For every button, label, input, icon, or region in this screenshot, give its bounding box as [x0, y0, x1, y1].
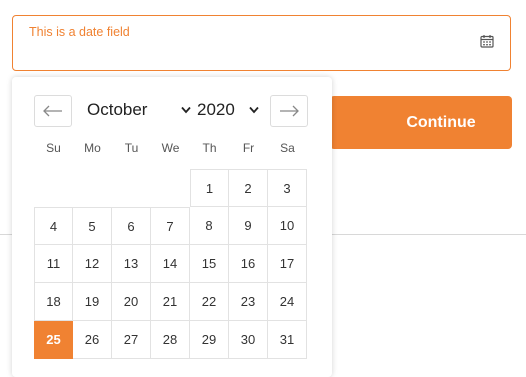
- weekday-label: Sa: [280, 141, 295, 155]
- calendar-icon[interactable]: [480, 34, 494, 48]
- chevron-down-icon: [181, 106, 191, 114]
- weekday-label: Su: [46, 141, 61, 155]
- weekday-header: Su Mo Tu We Th Fr Sa: [34, 141, 307, 161]
- calendar-day[interactable]: 2: [229, 169, 268, 207]
- calendar-empty-cell: [112, 169, 151, 207]
- calendar-empty-cell: [151, 169, 190, 207]
- calendar-day[interactable]: 8: [190, 207, 229, 245]
- calendar-day[interactable]: 13: [112, 245, 151, 283]
- next-month-button[interactable]: [270, 95, 308, 127]
- calendar-day[interactable]: 12: [73, 245, 112, 283]
- calendar-day[interactable]: 29: [190, 321, 229, 359]
- arrow-right-icon: [280, 105, 299, 117]
- calendar-empty-cell: [73, 169, 112, 207]
- calendar-day[interactable]: 18: [34, 283, 73, 321]
- calendar-day[interactable]: 30: [229, 321, 268, 359]
- arrow-left-icon: [43, 105, 62, 117]
- calendar-day[interactable]: 24: [268, 283, 307, 321]
- calendar-day[interactable]: 4: [34, 207, 73, 245]
- calendar-grid: 1 2 3 4 5 6 7 8 9 10 11 12 13 14 15 16 17 18 19 20 21 22 23 24 2…: [34, 169, 307, 359]
- calendar-day[interactable]: 23: [229, 283, 268, 321]
- calendar-day[interactable]: 7: [151, 207, 190, 245]
- calendar-day[interactable]: 14: [151, 245, 190, 283]
- chevron-down-icon: [249, 106, 259, 114]
- calendar-day[interactable]: 28: [151, 321, 190, 359]
- calendar-day[interactable]: 27: [112, 321, 151, 359]
- calendar-day[interactable]: 11: [34, 245, 73, 283]
- calendar-day[interactable]: 5: [73, 207, 112, 245]
- calendar-day[interactable]: 20: [112, 283, 151, 321]
- calendar-day[interactable]: 3: [268, 169, 307, 207]
- calendar-day[interactable]: 31: [268, 321, 307, 359]
- weekday-label: We: [161, 141, 180, 155]
- weekday-label: Fr: [242, 141, 255, 155]
- calendar-day[interactable]: 15: [190, 245, 229, 283]
- calendar-day[interactable]: 1: [190, 169, 229, 207]
- month-select[interactable]: October: [87, 97, 191, 123]
- calendar-day[interactable]: 21: [151, 283, 190, 321]
- weekday-label: Th: [202, 141, 217, 155]
- calendar-day[interactable]: 22: [190, 283, 229, 321]
- continue-button[interactable]: Continue: [330, 96, 512, 149]
- calendar-day[interactable]: 17: [268, 245, 307, 283]
- weekday-label: Tu: [124, 141, 139, 155]
- calendar-day[interactable]: 19: [73, 283, 112, 321]
- calendar-day-selected[interactable]: 25: [34, 321, 73, 359]
- date-field-label: This is a date field: [29, 25, 130, 39]
- calendar-day[interactable]: 9: [229, 207, 268, 245]
- year-select[interactable]: 2020: [197, 97, 259, 123]
- calendar-day[interactable]: 10: [268, 207, 307, 245]
- calendar-day[interactable]: 16: [229, 245, 268, 283]
- calendar-day[interactable]: 26: [73, 321, 112, 359]
- calendar-empty-cell: [34, 169, 73, 207]
- datepicker: October 2020 Su Mo Tu We Th Fr Sa 123456…: [12, 77, 332, 377]
- prev-month-button[interactable]: [34, 95, 72, 127]
- month-select-value: October: [87, 100, 148, 119]
- calendar-day[interactable]: 6: [112, 207, 151, 245]
- date-field[interactable]: This is a date field: [12, 15, 511, 71]
- weekday-label: Mo: [84, 141, 101, 155]
- continue-button-label: Continue: [406, 113, 476, 131]
- year-select-value: 2020: [197, 100, 235, 119]
